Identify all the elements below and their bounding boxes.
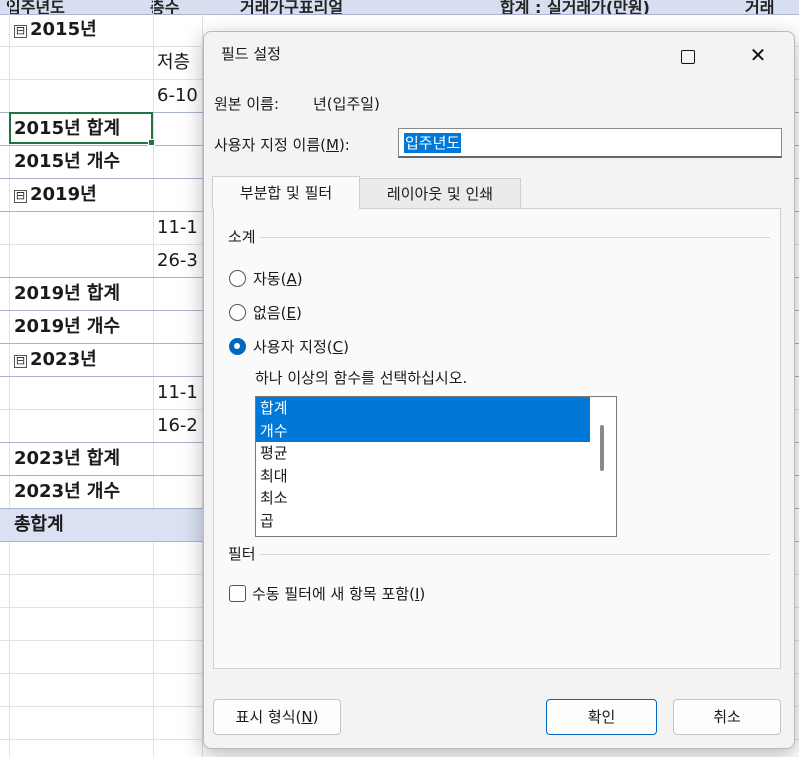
radio-none-label: 없음(E) [253,303,302,322]
ok-button[interactable]: 확인 [546,699,657,735]
tab-panel-subtotals: 소계 자동(A) 없음(E) 사용자 지정(C) 하나 이상의 함수를 선택하십… [213,208,781,669]
number-format-button[interactable]: 표시 형식(N) [213,699,341,735]
radio-automatic-label: 자동(A) [253,269,303,288]
functions-listbox[interactable]: 합계 개수 평균 최대 최소 곱 [255,396,617,537]
subtotal-cell[interactable]: 2023년 합계 [14,443,120,475]
item-cell[interactable]: 26-3 [157,245,198,277]
list-item-count[interactable]: 개수 [256,419,590,442]
list-item-min[interactable]: 최소 [256,487,590,510]
item-cell[interactable]: 11-1 [157,212,198,244]
cancel-button[interactable]: 취소 [673,699,781,735]
values-field-header[interactable]: 합계 : 실거래가(만원) [500,0,650,14]
item-cell[interactable]: 16-2 [157,410,198,442]
collapse-icon[interactable]: ⊟ [14,355,27,368]
field-settings-dialog: 필드 설정 ✕ 원본 이름: 년(입주일) 사용자 지정 이름(M): 입주년도… [203,31,795,749]
custom-name-input-value: 입주년도 [404,133,462,153]
group-row-2023[interactable]: ⊟ 2023년 [14,344,97,376]
radio-none[interactable]: 없음(E) [229,300,302,324]
grand-total-cell[interactable]: 총합계 [14,509,64,541]
group-row-2015[interactable]: ⊟ 2015년 [14,14,97,46]
include-new-items-label: 수동 필터에 새 항목 포함(I) [252,584,426,603]
dialog-titlebar[interactable]: 필드 설정 ✕ [204,32,794,76]
radio-automatic-button[interactable] [229,269,246,287]
list-item-max[interactable]: 최대 [256,465,590,488]
pivot-header-row: 입주년도 층수 거래가구표리얼 합계 : 실거래가(만원) 거래 [0,0,799,15]
list-item-sum[interactable]: 합계 [256,397,590,420]
source-name-label: 원본 이름: [214,95,280,113]
radio-automatic[interactable]: 자동(A) [229,266,303,290]
divider [260,237,770,238]
dialog-title: 필드 설정 [221,45,281,63]
count-cell[interactable]: 2023년 개수 [14,476,120,508]
column-field-header-2[interactable]: 거래가구표리얼 [240,0,343,14]
close-icon: ✕ [749,43,767,67]
maximize-button[interactable] [665,38,711,72]
tab-layout-print[interactable]: 레이아웃 및 인쇄 [360,178,521,209]
radio-custom-button[interactable] [229,337,246,355]
close-button[interactable]: ✕ [735,38,781,72]
fill-handle[interactable] [148,139,155,146]
item-cell[interactable]: 6-10 [157,80,198,112]
divider [260,554,770,555]
custom-name-input[interactable]: 입주년도 [398,128,782,158]
functions-prompt: 하나 이상의 함수를 선택하십시오. [255,369,468,387]
tab-subtotals-filters[interactable]: 부분합 및 필터 [212,176,360,209]
custom-name-label: 사용자 지정 이름(M): [214,136,350,154]
source-name-value: 년(입주일) [313,95,380,113]
item-cell[interactable]: 11-1 [157,377,198,409]
listbox-scrollbar[interactable] [600,425,604,471]
collapse-icon[interactable]: ⊟ [14,190,27,203]
group-row-2019[interactable]: ⊟ 2019년 [14,179,97,211]
include-new-items-option[interactable]: 수동 필터에 새 항목 포함(I) [229,581,425,605]
radio-custom[interactable]: 사용자 지정(C) [229,334,349,358]
list-item-product[interactable]: 곱 [256,510,590,533]
list-item-average[interactable]: 평균 [256,442,590,465]
item-cell[interactable]: 저층 [157,47,190,79]
subtotals-section-title: 소계 [228,228,256,246]
radio-none-button[interactable] [229,303,246,321]
active-cell-cursor [9,112,155,146]
column-field-header[interactable]: 층수 [150,0,179,14]
filter-section-title: 필터 [228,545,256,563]
subtotal-cell[interactable]: 2019년 합계 [14,278,120,310]
radio-custom-label: 사용자 지정(C) [253,337,349,356]
maximize-icon [681,49,695,64]
include-new-items-checkbox[interactable] [229,584,246,602]
values-field-header-2[interactable]: 거래 [745,0,774,14]
count-cell[interactable]: 2015년 개수 [14,146,120,178]
collapse-icon[interactable]: ⊟ [14,25,27,38]
count-cell[interactable]: 2019년 개수 [14,311,120,343]
row-field-header[interactable]: 입주년도 [6,0,65,14]
